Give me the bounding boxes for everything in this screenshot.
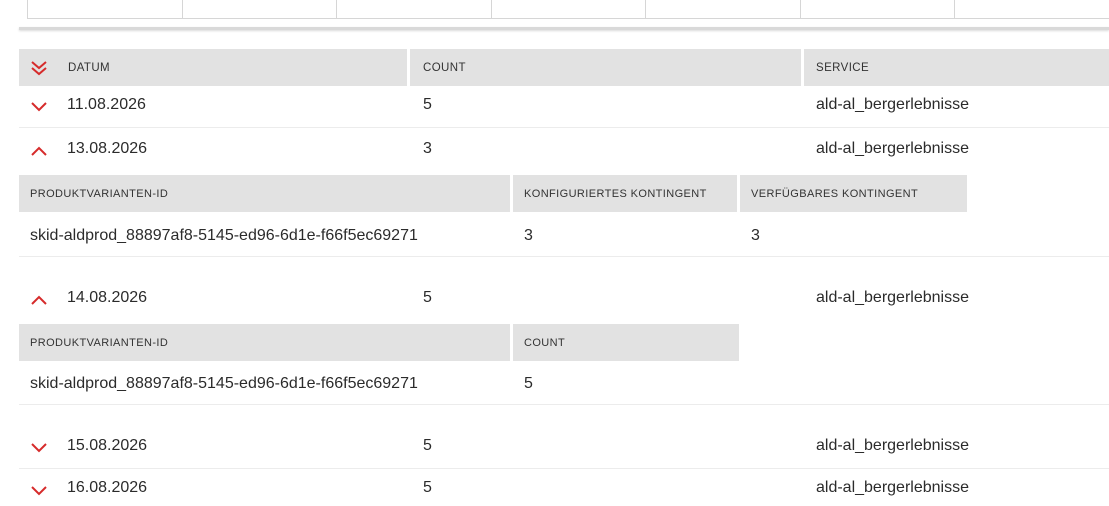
row-datum: 11.08.2026 <box>67 96 146 113</box>
row-service: ald-al_bergerlebnisse <box>816 96 969 113</box>
row-datum: 15.08.2026 <box>67 437 148 454</box>
grid-cell <box>181 0 337 19</box>
column-header-datum[interactable]: DATUM <box>19 49 407 86</box>
row-count: 5 <box>423 96 432 113</box>
row-service: ald-al_bergerlebnisse <box>816 289 969 306</box>
grid-cell <box>954 0 1109 19</box>
detail-produktvarianten-id: skid-aldprod_88897af8-5145-ed96-6d1e-f66… <box>30 375 418 392</box>
chevron-down-icon <box>31 486 47 496</box>
detail-verfuegbares-kontingent: 3 <box>751 227 760 244</box>
detail-count: 5 <box>524 375 533 392</box>
detail-produktvarianten-id: skid-aldprod_88897af8-5145-ed96-6d1e-f66… <box>30 227 418 244</box>
double-chevron-down-icon <box>31 60 47 75</box>
grid-cell <box>27 0 182 19</box>
chevron-down-icon <box>31 102 47 112</box>
column-header-service-label: SERVICE <box>816 61 870 74</box>
grid-cell <box>799 0 955 19</box>
detail-header-label: PRODUKTVARIANTEN-ID <box>30 336 169 349</box>
row-service: ald-al_bergerlebnisse <box>816 437 969 454</box>
grid-cell <box>645 0 800 19</box>
detail-header-label: PRODUKTVARIANTEN-ID <box>30 187 169 200</box>
detail-header-label: KONFIGURIERTES KONTINGENT <box>524 187 707 200</box>
detail-header-produktvarianten-id: PRODUKTVARIANTEN-ID <box>19 324 510 361</box>
detail-konfiguriertes-kontingent: 3 <box>524 227 533 244</box>
row-toggle-button[interactable] <box>21 285 57 315</box>
row-datum: 13.08.2026 <box>67 140 148 157</box>
column-header-count[interactable]: COUNT <box>410 49 801 86</box>
row-count: 3 <box>423 140 432 157</box>
detail-header-verfuegbares-kontingent: VERFÜGBARES KONTINGENT <box>740 175 967 212</box>
row-toggle-button[interactable] <box>21 92 57 122</box>
chevron-up-icon <box>31 295 47 305</box>
row-service: ald-al_bergerlebnisse <box>816 479 969 496</box>
row-count: 5 <box>423 479 432 496</box>
detail-header-produktvarianten-id: PRODUKTVARIANTEN-ID <box>19 175 510 212</box>
row-divider <box>19 127 1109 128</box>
row-service: ald-al_bergerlebnisse <box>816 140 969 157</box>
row-toggle-button[interactable] <box>21 433 57 463</box>
section-divider <box>19 27 1109 30</box>
grid-cell <box>490 0 646 19</box>
chevron-up-icon <box>31 146 47 156</box>
detail-header-label: COUNT <box>524 336 566 349</box>
row-divider <box>19 256 1109 257</box>
row-toggle-button[interactable] <box>21 136 57 166</box>
detail-header-count: COUNT <box>513 324 739 361</box>
row-datum: 16.08.2026 <box>67 479 148 496</box>
expand-all-button[interactable] <box>19 49 59 86</box>
row-datum: 14.08.2026 <box>67 289 148 306</box>
grid-cell <box>336 0 491 19</box>
row-divider <box>19 404 1109 405</box>
detail-header-label: VERFÜGBARES KONTINGENT <box>751 187 919 200</box>
previous-table-grid <box>27 0 1109 19</box>
column-header-service[interactable]: SERVICE <box>804 49 1109 86</box>
column-header-datum-label: DATUM <box>68 61 111 74</box>
row-toggle-button[interactable] <box>21 476 57 506</box>
chevron-down-icon <box>31 443 47 453</box>
column-header-count-label: COUNT <box>423 61 466 74</box>
row-count: 5 <box>423 437 432 454</box>
row-divider <box>19 468 1109 469</box>
detail-header-konfiguriertes-kontingent: KONFIGURIERTES KONTINGENT <box>513 175 737 212</box>
row-count: 5 <box>423 289 432 306</box>
